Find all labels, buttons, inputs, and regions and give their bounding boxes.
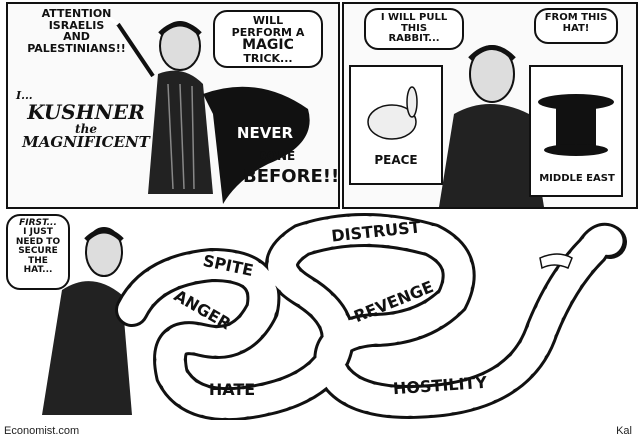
speech-bubble-magic-trick: WILL PERFORM A MAGIC TRICK... xyxy=(213,10,323,68)
attention-text: ATTENTION ISRAELIS AND PALESTINIANS!! xyxy=(14,8,139,54)
bubble-line-3: TRICK... xyxy=(243,51,293,65)
hat-bubble-line-2: HAT! xyxy=(562,22,590,34)
cape-text-never: NEVER xyxy=(236,124,294,142)
top-hat-icon xyxy=(556,104,596,150)
title-magnificent: MAGNIFICENT xyxy=(22,133,150,152)
sign-label-middle-east: MIDDLE EAST xyxy=(539,173,615,184)
speech-bubble-secure-hat: FIRST... I JUST NEED TO SECURE THE HAT..… xyxy=(6,214,70,290)
hat-on-snake-tail xyxy=(539,253,573,270)
panel-snake: FIRST... I JUST NEED TO SECURE THE HAT..… xyxy=(2,210,636,420)
cape-text-done: DONE xyxy=(256,149,296,163)
speech-bubble-hat: FROM THIS HAT! xyxy=(534,8,618,44)
attention-line-1: ATTENTION xyxy=(41,7,112,20)
artist-signature: Kal xyxy=(616,425,632,437)
bubble-line-2: MAGIC xyxy=(242,37,294,54)
panel-kushner-magnificent: ATTENTION ISRAELIS AND PALESTINIANS!! I.… xyxy=(6,2,340,209)
bubble-line-1: WILL PERFORM A xyxy=(231,14,305,39)
title-name: KUSHNER xyxy=(27,99,145,124)
rabbit-bubble-line-1: I WILL PULL xyxy=(380,12,448,23)
panel-rabbit-hat: I WILL PULL THIS RABBIT... FROM THIS HAT… xyxy=(342,2,638,209)
source-credit: Economist.com xyxy=(4,425,80,437)
kushner-title: I... KUSHNER the MAGNIFICENT xyxy=(16,90,156,151)
hat-bubble-line-1: FROM THIS xyxy=(544,12,608,23)
sign-label-peace: PEACE xyxy=(374,153,418,167)
speech-bubble-rabbit: I WILL PULL THIS RABBIT... xyxy=(364,8,464,50)
attention-line-4: PALESTINIANS!! xyxy=(27,41,126,55)
cape-text-before: BEFORE!! xyxy=(243,166,340,187)
attention-line-3: AND xyxy=(63,30,90,44)
snake-word-hate: HATE xyxy=(208,380,256,399)
rabbit-bubble-line-3: RABBIT... xyxy=(388,33,440,44)
secure-bubble-line-6: HAT... xyxy=(23,265,53,276)
